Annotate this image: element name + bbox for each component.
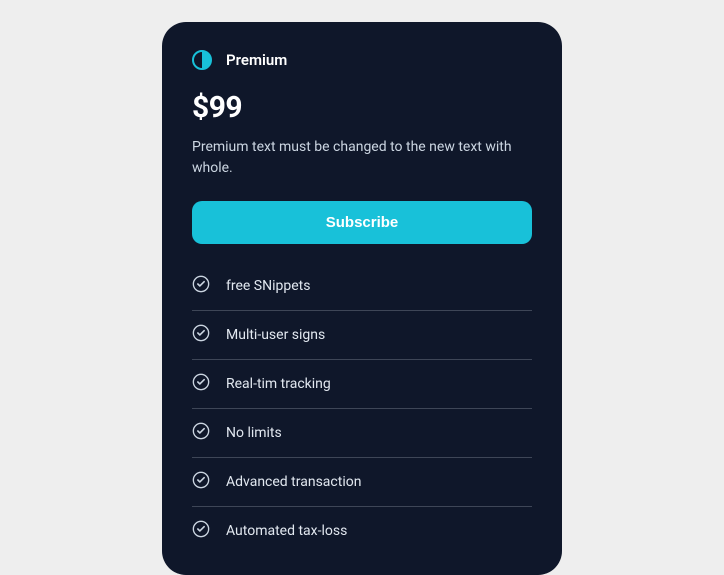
- plan-price: $99: [192, 90, 532, 125]
- check-icon: [192, 324, 210, 346]
- brand-icon: [192, 50, 212, 70]
- plan-name: Premium: [226, 51, 287, 69]
- feature-label: No limits: [226, 425, 282, 441]
- pricing-card: Premium $99 Premium text must be changed…: [162, 22, 562, 575]
- feature-list: free SNippets Multi-user signs Real-tim …: [192, 262, 532, 555]
- check-icon: [192, 471, 210, 493]
- feature-item: Multi-user signs: [192, 311, 532, 360]
- feature-label: Multi-user signs: [226, 327, 325, 343]
- card-header: Premium: [192, 50, 532, 70]
- feature-label: Automated tax-loss: [226, 523, 347, 539]
- feature-label: free SNippets: [226, 278, 310, 294]
- feature-item: No limits: [192, 409, 532, 458]
- feature-label: Advanced transaction: [226, 474, 361, 490]
- feature-item: Advanced transaction: [192, 458, 532, 507]
- check-icon: [192, 275, 210, 297]
- feature-label: Real-tim tracking: [226, 376, 331, 392]
- feature-item: free SNippets: [192, 262, 532, 311]
- check-icon: [192, 422, 210, 444]
- check-icon: [192, 520, 210, 542]
- feature-item: Automated tax-loss: [192, 507, 532, 555]
- subscribe-button[interactable]: Subscribe: [192, 201, 532, 244]
- check-icon: [192, 373, 210, 395]
- plan-description: Premium text must be changed to the new …: [192, 137, 532, 179]
- feature-item: Real-tim tracking: [192, 360, 532, 409]
